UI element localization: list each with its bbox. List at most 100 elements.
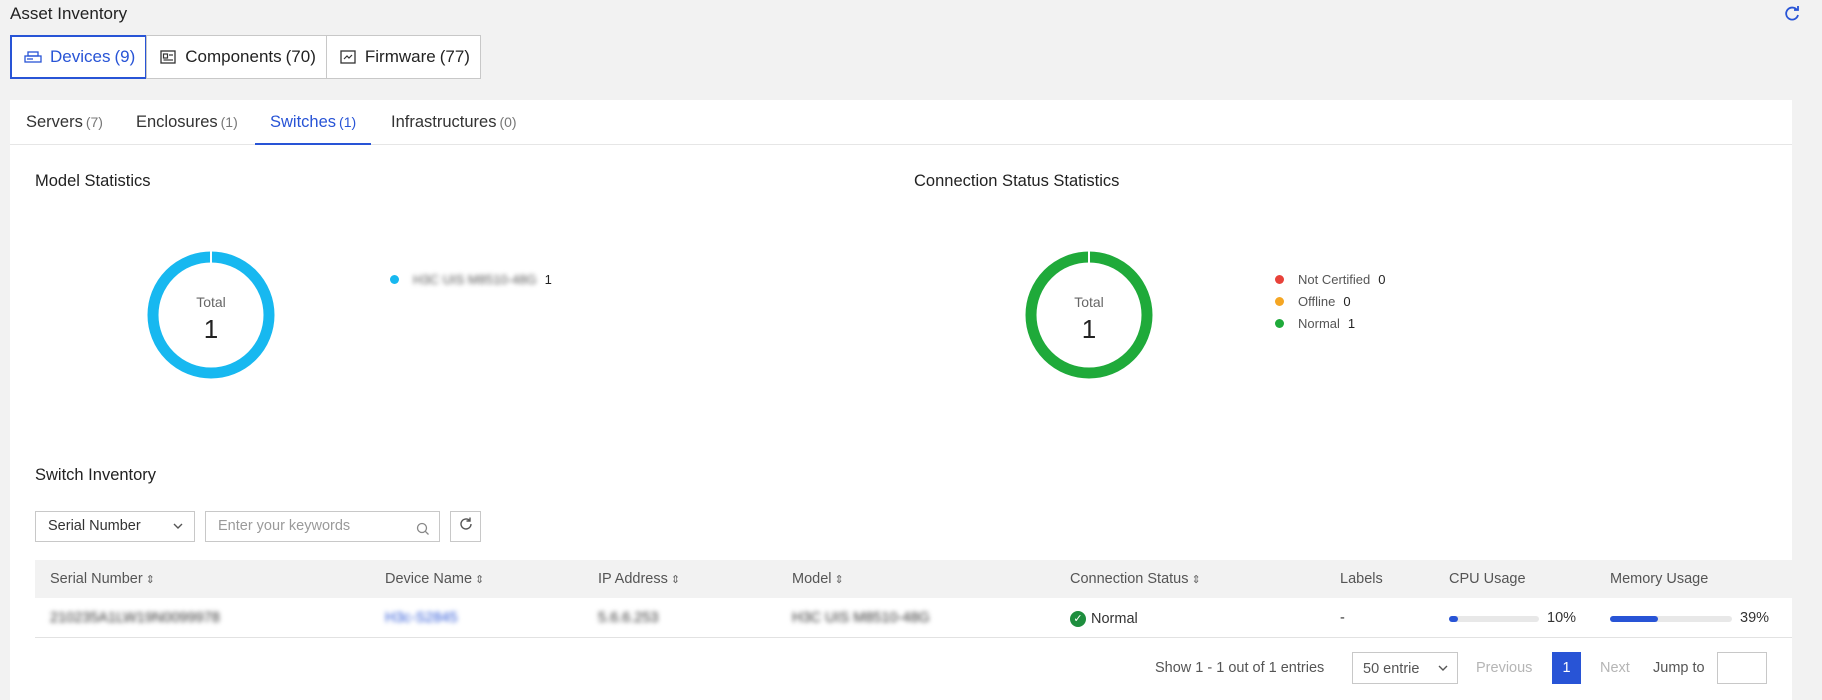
search-icon[interactable] <box>415 519 431 535</box>
legend-item[interactable]: H3C UIS M8510-48G 1 <box>390 268 552 290</box>
tab-components[interactable]: Components (70) <box>146 35 327 79</box>
sort-icon: ⇕ <box>475 574 485 586</box>
cell-model: H3C UIS M8510-48G <box>792 610 930 626</box>
column-label: Model <box>792 571 832 587</box>
legend-item-offline[interactable]: Offline 0 <box>1275 290 1385 312</box>
refresh-button[interactable] <box>450 511 481 542</box>
column-header-memory-usage: Memory Usage <box>1610 571 1709 587</box>
tab-devices[interactable]: Devices (9) <box>10 35 148 79</box>
chevron-down-icon <box>1437 653 1449 695</box>
column-label: Serial Number <box>50 571 143 587</box>
chevron-down-icon <box>172 512 184 552</box>
tab-firmware-count: (77) <box>439 47 470 66</box>
tab-devices-label: Devices <box>50 47 111 66</box>
pagination: Show 1 - 1 out of 1 entries 50 entrie Pr… <box>10 652 1792 684</box>
tab-firmware[interactable]: Firmware (77) <box>325 35 481 79</box>
tab-firmware-label: Firmware <box>364 47 436 66</box>
table-row[interactable]: 210235A1LW19N0099978 H3c-S2845 5.6.6.253… <box>35 598 1792 638</box>
legend-item-normal[interactable]: Normal 1 <box>1275 312 1385 334</box>
tab-servers-label: Servers <box>26 113 83 131</box>
cell-connection-status: ✓ Normal <box>1070 598 1138 638</box>
filter-field-select[interactable]: Serial Number <box>35 511 195 542</box>
tab-components-count: (70) <box>285 47 316 66</box>
legend-value: 0 <box>1343 293 1351 309</box>
device-type-tabs: Servers (7) Enclosures (1) Switches (1) Inf… <box>10 100 1792 145</box>
connection-total-label: Total <box>1074 294 1104 310</box>
cpu-usage-value: 10% <box>1547 610 1577 626</box>
legend-value: 1 <box>544 271 552 287</box>
jump-to-label: Jump to <box>1653 660 1705 676</box>
tab-enclosures-label: Enclosures <box>136 113 218 131</box>
tab-components-label: Components <box>185 47 282 66</box>
column-header-connection-status[interactable]: Connection Status ⇕ <box>1070 560 1201 598</box>
status-text: Normal <box>1091 611 1138 627</box>
legend-dot <box>1275 274 1284 284</box>
search-field <box>205 511 440 542</box>
page-size-value: 50 entrie <box>1363 661 1420 677</box>
page-size-select[interactable]: 50 entrie <box>1352 652 1458 684</box>
tab-infrastructures-count: (0) <box>499 114 517 130</box>
column-label: Connection Status <box>1070 571 1189 587</box>
memory-usage-bar <box>1610 616 1732 622</box>
model-total-value: 1 <box>203 314 219 344</box>
legend-dot <box>390 274 399 284</box>
cell-ip-address: 5.6.6.253 <box>598 610 659 626</box>
refresh-icon[interactable] <box>1784 5 1802 23</box>
column-label: IP Address <box>598 571 668 587</box>
components-icon <box>159 50 177 64</box>
sort-icon: ⇕ <box>1191 574 1201 586</box>
column-header-ip-address[interactable]: IP Address ⇕ <box>598 560 680 598</box>
devices-icon <box>24 50 42 64</box>
connection-legend: Not Certified 0 Offline 0 Normal 1 <box>1275 268 1385 334</box>
tab-servers[interactable]: Servers (7) <box>26 100 103 145</box>
filter-field-value: Serial Number <box>48 518 141 534</box>
column-header-serial-number[interactable]: Serial Number ⇕ <box>50 560 155 598</box>
tab-switches-label: Switches <box>270 113 337 131</box>
switch-inventory-table: Serial Number ⇕ Device Name ⇕ IP Address ⇕ … <box>35 560 1792 638</box>
page-1-button[interactable]: 1 <box>1552 652 1581 684</box>
memory-usage-fill <box>1610 616 1658 622</box>
check-circle-icon: ✓ <box>1070 611 1086 627</box>
legend-label: Not Certified <box>1298 271 1371 287</box>
model-statistics-title: Model Statistics <box>35 172 151 190</box>
firmware-icon <box>339 50 357 64</box>
cell-labels: - <box>1340 610 1345 626</box>
tab-switches-count: (1) <box>339 114 357 130</box>
search-input[interactable] <box>218 518 408 534</box>
legend-value: 1 <box>1347 315 1356 331</box>
switch-inventory-title: Switch Inventory <box>35 466 157 484</box>
tab-switches[interactable]: Switches (1) <box>255 100 372 145</box>
previous-page-button[interactable]: Previous <box>1476 652 1532 684</box>
model-legend: H3C UIS M8510-48G 1 <box>390 268 552 290</box>
refresh-icon <box>458 516 474 537</box>
cpu-usage-fill <box>1449 616 1458 622</box>
next-page-button[interactable]: Next <box>1600 652 1630 684</box>
legend-label: H3C UIS M8510-48G <box>413 271 537 287</box>
model-total-label: Total <box>196 294 226 310</box>
column-label: Device Name <box>385 571 473 587</box>
cell-serial-number: 210235A1LW19N0099978 <box>50 610 220 626</box>
sort-icon: ⇕ <box>670 574 681 586</box>
legend-label: Normal <box>1298 315 1340 331</box>
main-panel: Servers (7) Enclosures (1) Switches (1) Inf… <box>10 100 1792 700</box>
connection-total-value: 1 <box>1081 314 1097 344</box>
column-header-labels: Labels <box>1340 571 1383 587</box>
asset-type-tabs: Devices (9) Components (70) Firmware (77… <box>10 35 481 79</box>
sort-icon: ⇕ <box>145 574 155 586</box>
column-header-device-name[interactable]: Device Name ⇕ <box>385 560 484 598</box>
legend-item-not-certified[interactable]: Not Certified 0 <box>1275 268 1385 290</box>
connection-statistics-title: Connection Status Statistics <box>914 172 1120 190</box>
cpu-usage-bar <box>1449 616 1539 622</box>
tab-enclosures-count: (1) <box>220 114 238 130</box>
tab-infrastructures[interactable]: Infrastructures (0) <box>391 100 517 145</box>
legend-label: Offline <box>1298 293 1336 309</box>
column-header-model[interactable]: Model ⇕ <box>792 560 844 598</box>
tab-servers-count: (7) <box>85 114 103 130</box>
jump-to-input[interactable] <box>1717 652 1767 684</box>
column-header-cpu-usage: CPU Usage <box>1449 571 1526 587</box>
tab-infrastructures-label: Infrastructures <box>391 113 497 131</box>
cell-device-name-link[interactable]: H3c-S2845 <box>385 598 458 638</box>
table-header: Serial Number ⇕ Device Name ⇕ IP Address ⇕ … <box>35 560 1792 598</box>
tab-enclosures[interactable]: Enclosures (1) <box>136 100 238 145</box>
legend-value: 0 <box>1378 271 1386 287</box>
